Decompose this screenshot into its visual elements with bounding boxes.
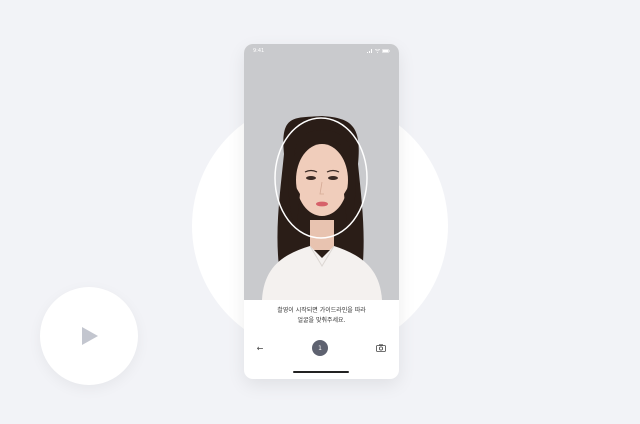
phone-mockup: 9:41 촬영이 시작되면 가이드라인을 따라 얼굴을 맞춰주세요. ← 1 <box>244 44 399 379</box>
battery-icon <box>382 49 390 53</box>
instruction-text: 촬영이 시작되면 가이드라인을 따라 얼굴을 맞춰주세요. <box>244 306 399 326</box>
home-indicator <box>293 371 349 373</box>
status-icons <box>367 49 390 53</box>
instruction-line-1: 촬영이 시작되면 가이드라인을 따라 <box>277 307 366 314</box>
shutter-button[interactable]: 1 <box>312 340 328 356</box>
wifi-icon <box>375 49 380 53</box>
portrait-photo <box>262 116 382 300</box>
camera-switch-icon[interactable] <box>375 343 387 353</box>
back-arrow-icon[interactable]: ← <box>254 343 266 353</box>
status-time: 9:41 <box>253 48 265 54</box>
play-button[interactable] <box>40 287 138 385</box>
camera-preview: 9:41 <box>244 44 399 300</box>
camera-controls: ← 1 <box>244 340 399 356</box>
signal-icon <box>367 49 372 53</box>
play-icon <box>82 327 98 345</box>
status-bar: 9:41 <box>244 44 399 58</box>
instruction-line-2: 얼굴을 맞춰주세요. <box>297 317 346 324</box>
